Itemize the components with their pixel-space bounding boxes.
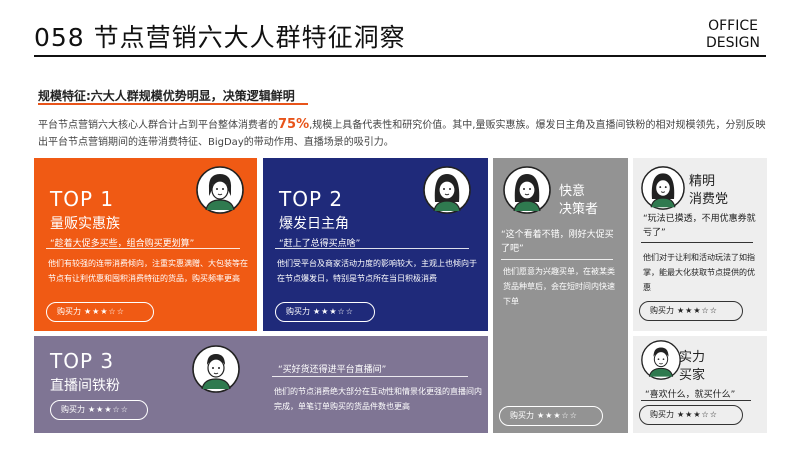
- card-title-line-1: 精明: [689, 174, 716, 189]
- title-divider: [34, 55, 766, 57]
- card-divider: [46, 248, 240, 249]
- intro-paragraph: 平台节点营销六大核心人群合计占到平台整体消费者的75%,规模上具备代表性和研究价…: [38, 116, 770, 151]
- card-title-line-2: 决策者: [559, 202, 599, 217]
- card-top1: TOP 1 量贩实惠族 “趁着大促多买些，组合购买更划算” 他们有较强的连带消费…: [34, 158, 257, 331]
- rating-stars: ★★★☆☆: [88, 405, 129, 414]
- woman-avatar-icon: [423, 166, 471, 214]
- card-rank: TOP 3: [50, 349, 115, 373]
- card-divider: [275, 248, 469, 249]
- card-top3: TOP 3 直播间铁粉 “买好货还得进平台直播间” 他们的节点消费绝大部分在互动…: [34, 336, 488, 433]
- card-description: 他们受平台及商家活动力度的影响较大，主观上也倾向于在节点爆发日，特别是节点所在当…: [277, 259, 477, 283]
- card-description: 他们愿意为兴趣买单，在被某类货品种草后，会在短时间内快速下单: [503, 267, 615, 306]
- brand-logo: OFFICE DESIGN: [706, 18, 760, 52]
- intro-highlight: 75%: [278, 117, 310, 132]
- brand-line-1: OFFICE: [708, 18, 758, 34]
- section-subheading: 规模特征:六大人群规模优势明显，决策逻辑鲜明: [38, 89, 295, 103]
- card-quote: “买好货还得进平台直播间”: [278, 365, 387, 375]
- buying-power-label: 购买力: [57, 307, 81, 316]
- buying-power-label: 购买力: [650, 306, 674, 315]
- buying-power-label: 购买力: [61, 405, 85, 414]
- card-power-buyer: 实力 买家 “喜欢什么，就买什么” 购买力 ★★★☆☆: [633, 336, 767, 433]
- buying-power-pill: 购买力 ★★★☆☆: [639, 405, 743, 425]
- card-title-line-2: 消费党: [689, 192, 729, 207]
- man-avatar-icon: [192, 345, 240, 393]
- card-title-line-1: 快意: [559, 184, 586, 199]
- rating-stars: ★★★☆☆: [313, 307, 354, 316]
- card-title: 量贩实惠族: [50, 216, 120, 232]
- subheading-underline: [38, 103, 308, 105]
- intro-text-before: 平台节点营销六大核心人群合计占到平台整体消费者的: [38, 120, 278, 131]
- buying-power-pill: 购买力 ★★★☆☆: [275, 302, 375, 322]
- girl-avatar-icon: [641, 166, 685, 210]
- card-top2: TOP 2 爆发日主角 “赶上了总得买点啥” 他们受平台及商家活动力度的影响较大…: [263, 158, 488, 331]
- rating-stars: ★★★☆☆: [677, 410, 718, 419]
- rating-stars: ★★★☆☆: [677, 306, 718, 315]
- page-title: 058 节点营销六大人群特征洞察: [34, 23, 406, 52]
- rating-stars: ★★★☆☆: [84, 307, 125, 316]
- card-rank: TOP 1: [50, 187, 115, 211]
- buying-power-pill: 购买力 ★★★☆☆: [639, 301, 743, 321]
- buying-power-pill: 购买力 ★★★☆☆: [46, 302, 154, 322]
- card-divider: [641, 400, 751, 401]
- card-divider: [272, 376, 468, 377]
- woman-avatar-icon: [196, 166, 244, 214]
- buying-power-label: 购买力: [286, 307, 310, 316]
- buying-power-label: 购买力: [650, 410, 674, 419]
- card-smart-consumer: 精明 消费党 “玩法已摸透，不用优惠券就亏了” 他们对于让利和活动玩法了如指掌，…: [633, 158, 767, 331]
- man-avatar-icon: [641, 340, 681, 380]
- buying-power-pill: 购买力 ★★★☆☆: [499, 406, 603, 426]
- card-quote: “玩法已摸透，不用优惠券就亏了”: [643, 214, 756, 238]
- woman-avatar-icon: [503, 166, 551, 214]
- card-description: 他们的节点消费绝大部分在互动性和情景化更强的直播间内完成，单笔订单购买的货品件数…: [274, 387, 482, 411]
- buying-power-pill: 购买力 ★★★☆☆: [50, 400, 148, 420]
- brand-line-2: DESIGN: [706, 35, 760, 51]
- card-quick-decider: 快意 决策者 “这个看着不错，刚好大促买了吧” 他们愿意为兴趣买单，在被某类货品…: [493, 158, 628, 433]
- buying-power-label: 购买力: [510, 411, 534, 420]
- card-title: 爆发日主角: [279, 216, 349, 232]
- rating-stars: ★★★☆☆: [537, 411, 578, 420]
- card-description: 他们有较强的连带消费倾向，注重实惠满赠、大包装等在节点有让利优惠和囤积消费特征的…: [48, 259, 248, 283]
- card-title-line-2: 买家: [679, 368, 706, 383]
- card-rank: TOP 2: [279, 187, 344, 211]
- card-divider: [501, 259, 613, 260]
- card-title: 直播间铁粉: [50, 378, 120, 394]
- card-quote: “喜欢什么，就买什么”: [645, 390, 736, 400]
- card-divider: [641, 242, 753, 243]
- card-description: 他们对于让利和活动玩法了如指掌，能最大化获取节点提供的优惠: [643, 253, 755, 292]
- card-title-line-1: 实力: [679, 350, 706, 365]
- card-quote: “这个看着不错，刚好大促买了吧”: [501, 230, 614, 254]
